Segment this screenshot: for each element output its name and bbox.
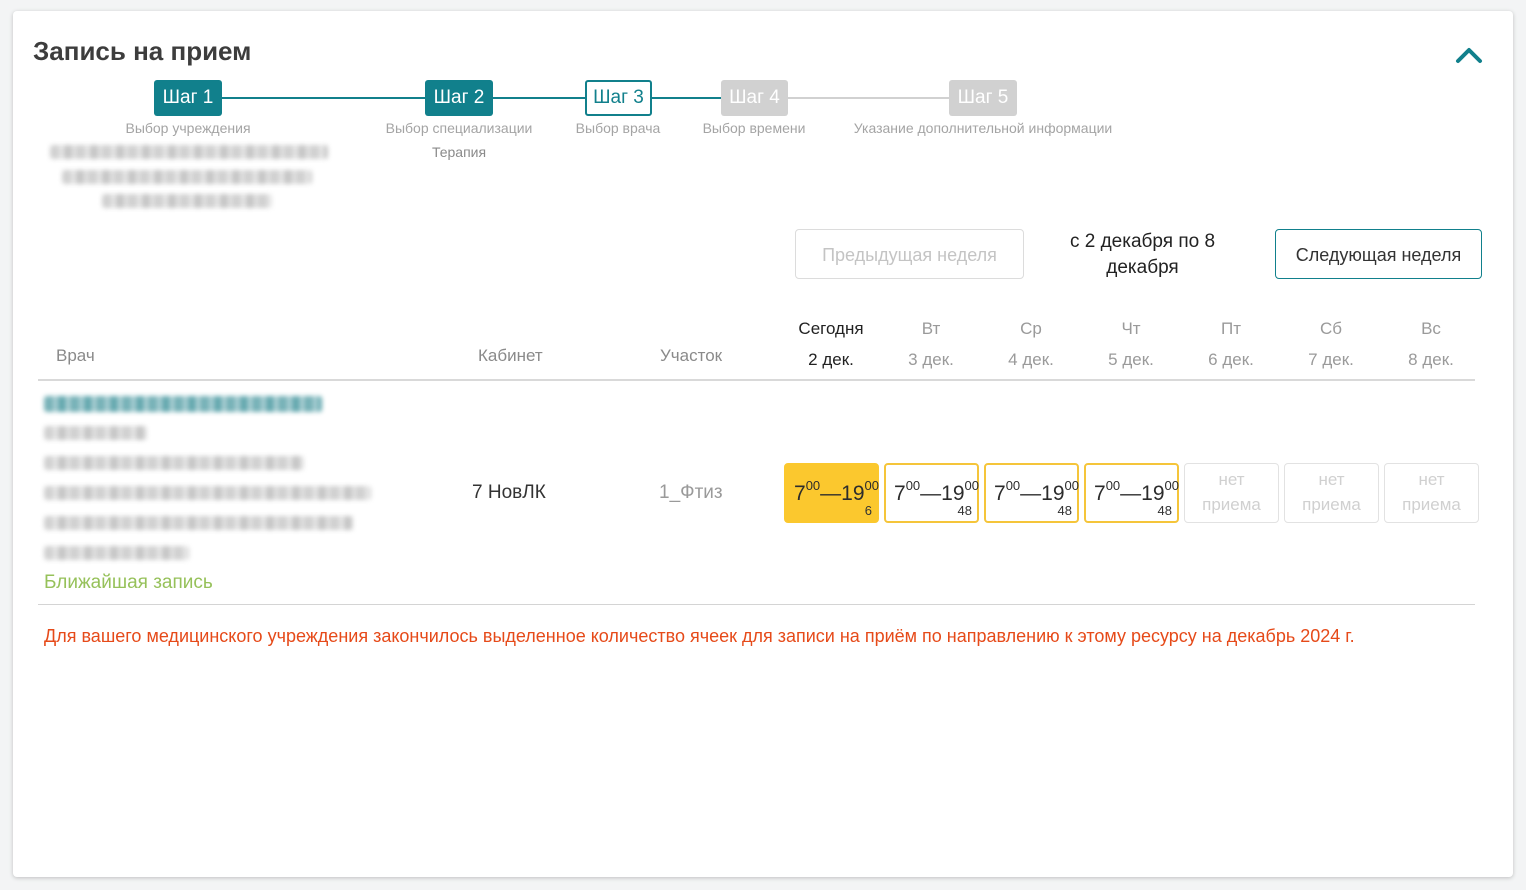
- slot-end-hour: 19: [1141, 482, 1165, 505]
- day-name: Чт: [1121, 319, 1141, 338]
- step-5-caption: Указание дополнительной информации: [853, 120, 1113, 136]
- day-name: Вс: [1421, 319, 1441, 338]
- slot-end-min: 00: [1064, 478, 1079, 493]
- step-2-value: Терапия: [431, 144, 487, 160]
- slot-end-hour: 19: [941, 482, 965, 505]
- step-1[interactable]: Шаг 1: [154, 80, 222, 116]
- day-date: 4 дек.: [1008, 350, 1054, 369]
- day-header-tue: Вт 3 дек.: [881, 313, 981, 375]
- collapse-button[interactable]: [1452, 40, 1486, 70]
- header-district: Участок: [660, 346, 723, 365]
- no-reception-text: нет: [1418, 470, 1445, 489]
- slot-start-hour: 7: [894, 482, 906, 505]
- slot-start-hour: 7: [1094, 482, 1106, 505]
- step-2-caption: Выбор специализации: [385, 120, 533, 136]
- day-date: 3 дек.: [908, 350, 954, 369]
- redacted-doctor-info: [44, 486, 371, 500]
- day-date: 7 дек.: [1308, 350, 1354, 369]
- slot-sun: нет приема: [1384, 463, 1479, 523]
- slot-dash: —: [1020, 482, 1042, 505]
- room-value: 7 НовЛК: [472, 482, 546, 503]
- step-5: Шаг 5: [949, 80, 1017, 116]
- day-header-wed: Ср 4 дек.: [981, 313, 1081, 375]
- slot-fri: нет приема: [1184, 463, 1279, 523]
- day-name: Пт: [1220, 319, 1241, 338]
- day-name: Сб: [1319, 319, 1342, 338]
- header-doctor: Врач: [56, 346, 95, 365]
- page-title: Запись на прием: [33, 36, 252, 66]
- slot-dash: —: [1120, 482, 1142, 505]
- slot-wed[interactable]: 700—1900 48: [984, 463, 1079, 523]
- no-reception-text: нет: [1218, 470, 1245, 489]
- slot-end-min: 00: [1164, 478, 1179, 493]
- header-room: Кабинет: [478, 346, 543, 365]
- redacted-doctor-info: [44, 426, 147, 440]
- slot-start-hour: 7: [994, 482, 1006, 505]
- redacted-institution-line: [102, 194, 272, 208]
- chevron-up-icon: [1456, 48, 1482, 63]
- redacted-institution-line: [50, 145, 328, 159]
- step-3-caption: Выбор врача: [575, 120, 661, 136]
- day-header-fri: Пт 6 дек.: [1181, 313, 1281, 375]
- slot-start-min: 00: [1005, 478, 1021, 493]
- slot-mon[interactable]: 700—1900 6: [784, 463, 879, 523]
- slot-end-hour: 19: [841, 482, 865, 505]
- step-2[interactable]: Шаг 2: [425, 80, 493, 116]
- step-4: Шаг 4: [721, 80, 788, 116]
- step-4-caption: Выбор времени: [702, 120, 806, 136]
- doctor-name-link[interactable]: [44, 396, 322, 412]
- redacted-doctor-info: [44, 456, 304, 470]
- row-divider: [38, 604, 1475, 605]
- step-1-caption: Выбор учреждения: [125, 120, 251, 136]
- day-header-sat: Сб 7 дек.: [1281, 313, 1381, 375]
- week-range-label: с 2 декабря по 8 декабря: [1069, 231, 1216, 278]
- slot-count: 48: [1057, 503, 1072, 518]
- day-date: 6 дек.: [1208, 350, 1254, 369]
- header-divider: [38, 379, 1475, 381]
- slot-thu[interactable]: 700—1900 48: [1084, 463, 1179, 523]
- slot-end-hour: 19: [1041, 482, 1065, 505]
- day-name: Сегодня: [798, 319, 864, 338]
- slot-start-min: 00: [905, 478, 921, 493]
- day-date: 8 дек.: [1408, 350, 1454, 369]
- slot-count: 48: [1157, 503, 1172, 518]
- step-3[interactable]: Шаг 3: [585, 80, 652, 116]
- day-header-mon: Сегодня 2 дек.: [781, 313, 881, 375]
- district-value: 1_Фтиз: [659, 482, 723, 503]
- step-connector: [652, 97, 721, 99]
- redacted-doctor-info: [44, 516, 353, 530]
- day-date: 2 дек.: [808, 350, 854, 369]
- appointment-card: [13, 11, 1513, 877]
- slot-start-min: 00: [805, 478, 821, 493]
- slot-tue[interactable]: 700—1900 48: [884, 463, 979, 523]
- next-week-button[interactable]: Следующая неделя: [1275, 229, 1482, 279]
- redacted-doctor-info: [44, 546, 189, 560]
- slot-count: 48: [957, 503, 972, 518]
- prev-week-button: Предыдущая неделя: [795, 229, 1024, 279]
- slot-end-min: 00: [864, 478, 879, 493]
- redacted-institution-line: [62, 170, 312, 184]
- step-connector: [493, 97, 585, 99]
- slot-start-min: 00: [1105, 478, 1121, 493]
- slot-count: 6: [864, 503, 872, 518]
- nearest-appointment-link[interactable]: Ближайшая запись: [44, 572, 213, 594]
- step-connector: [788, 97, 949, 99]
- day-name: Вт: [921, 319, 941, 338]
- no-reception-text: приема: [1202, 495, 1261, 514]
- slot-end-min: 00: [964, 478, 979, 493]
- no-reception-text: нет: [1318, 470, 1345, 489]
- slot-start-hour: 7: [794, 482, 806, 505]
- day-name: Ср: [1020, 319, 1042, 338]
- day-date: 5 дек.: [1108, 350, 1154, 369]
- day-header-thu: Чт 5 дек.: [1081, 313, 1181, 375]
- no-reception-text: приема: [1402, 495, 1461, 514]
- slot-dash: —: [820, 482, 842, 505]
- no-reception-text: приема: [1302, 495, 1361, 514]
- day-header-sun: Вс 8 дек.: [1381, 313, 1481, 375]
- slot-sat: нет приема: [1284, 463, 1379, 523]
- quota-warning: Для вашего медицинского учреждения закон…: [44, 626, 1355, 646]
- step-connector: [222, 97, 425, 99]
- slot-dash: —: [920, 482, 942, 505]
